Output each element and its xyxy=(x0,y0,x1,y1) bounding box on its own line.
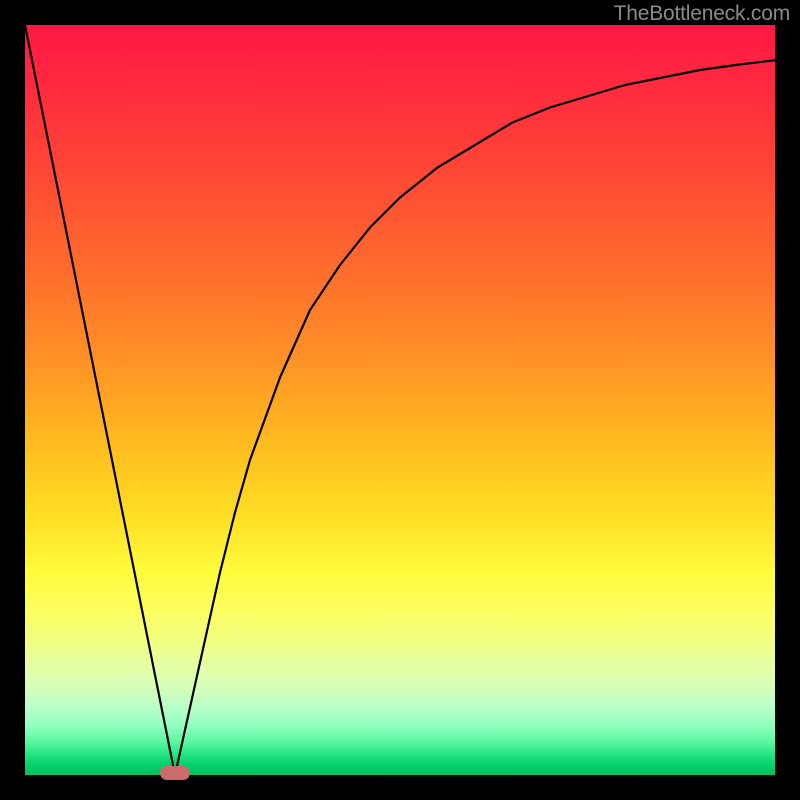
bottleneck-curve xyxy=(25,25,775,775)
plot-area xyxy=(25,25,775,775)
optimal-marker xyxy=(160,766,190,780)
watermark-text: TheBottleneck.com xyxy=(614,2,790,26)
chart-frame: TheBottleneck.com xyxy=(0,0,800,800)
curve-path xyxy=(25,25,775,775)
